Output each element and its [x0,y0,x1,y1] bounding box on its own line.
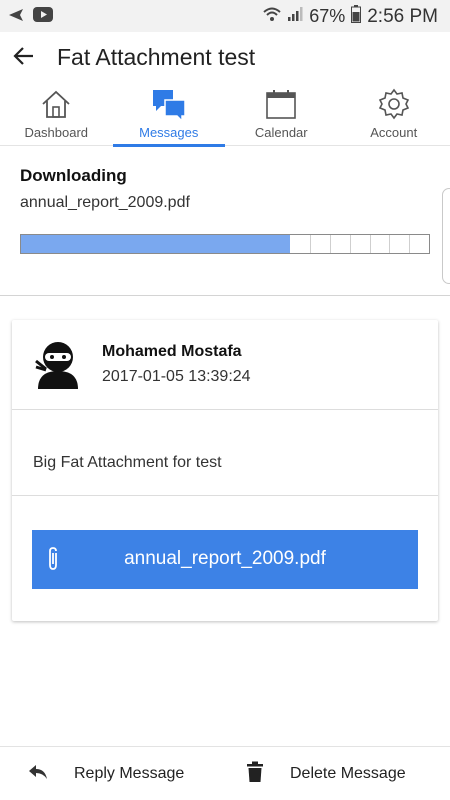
download-filename: annual_report_2009.pdf [20,194,190,211]
progress-segment [369,235,371,253]
battery-percent: 67% [309,6,346,26]
reply-message-button[interactable]: Reply Message [28,747,184,800]
message-text: Big Fat Attachment for test [33,454,222,471]
ninja-avatar-icon [34,337,82,389]
battery-icon [351,5,362,28]
attachment-filename: annual_report_2009.pdf [124,548,326,569]
page-title: Fat Attachment test [57,44,256,70]
calendar-icon [265,88,297,125]
message-timestamp: 2017-01-05 13:39:24 [102,368,251,385]
attachment-button[interactable]: annual_report_2009.pdf [32,530,418,589]
tab-account[interactable]: Account [338,84,450,146]
download-panel: Downloading annual_report_2009.pdf [0,146,450,296]
wifi-icon [263,6,281,27]
send-icon [8,8,24,27]
status-indicators: 67% 2:56 PM [263,5,438,28]
back-button[interactable] [6,40,42,76]
progress-segment [329,235,331,253]
side-drawer-handle[interactable] [442,188,450,284]
download-title: Downloading [20,166,127,185]
delete-message-button[interactable]: Delete Message [246,747,406,800]
reply-message-label: Reply Message [74,765,185,782]
progress-segment [310,235,312,253]
tab-label: Account [370,125,418,140]
reply-icon [28,763,48,786]
chat-icon [151,88,187,127]
signal-icon [287,6,303,27]
tab-label: Calendar [254,125,308,140]
tab-calendar[interactable]: Calendar [225,84,338,146]
arrow-left-icon [12,44,36,73]
trash-icon [246,761,264,788]
tab-bar: Dashboard Messages Calendar Account [0,84,450,147]
tab-dashboard[interactable]: Dashboard [0,84,113,146]
youtube-icon [33,7,53,27]
gear-icon [378,88,410,125]
home-icon [40,88,72,125]
app-bar: Fat Attachment test [0,32,450,84]
bottom-action-bar: Reply Message Delete Message [0,746,450,800]
message-header: Mohamed Mostafa 2017-01-05 13:39:24 [12,320,438,410]
tab-label: Dashboard [24,125,89,140]
progress-segment [349,235,351,253]
tab-label: Messages [139,125,199,140]
message-card: Mohamed Mostafa 2017-01-05 13:39:24 Big … [12,320,438,621]
clock: 2:56 PM [367,5,438,27]
progress-segment [389,235,391,253]
sender-name: Mohamed Mostafa [102,343,242,360]
download-progress-bar [20,234,430,254]
delete-message-label: Delete Message [290,765,406,782]
message-body: Big Fat Attachment for test [12,410,438,496]
progress-fill [21,235,291,253]
status-bar: 67% 2:56 PM [0,0,450,32]
progress-segment [409,235,411,253]
tab-messages[interactable]: Messages [112,84,225,147]
status-notifications [8,7,53,27]
